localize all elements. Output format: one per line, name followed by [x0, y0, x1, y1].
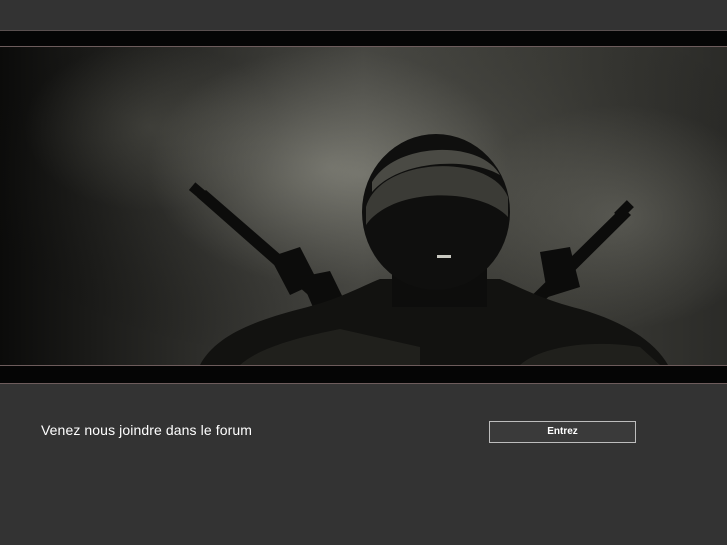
top-band [0, 0, 727, 30]
footer-strip [0, 365, 727, 384]
enter-button[interactable]: Entrez [489, 421, 636, 443]
forum-invite-text: Venez nous joindre dans le forum [41, 422, 252, 438]
soldier-silhouette-image [0, 47, 727, 365]
banner-image [0, 47, 727, 365]
header-strip [0, 30, 727, 47]
page: Venez nous joindre dans le forum Entrez [0, 0, 727, 545]
